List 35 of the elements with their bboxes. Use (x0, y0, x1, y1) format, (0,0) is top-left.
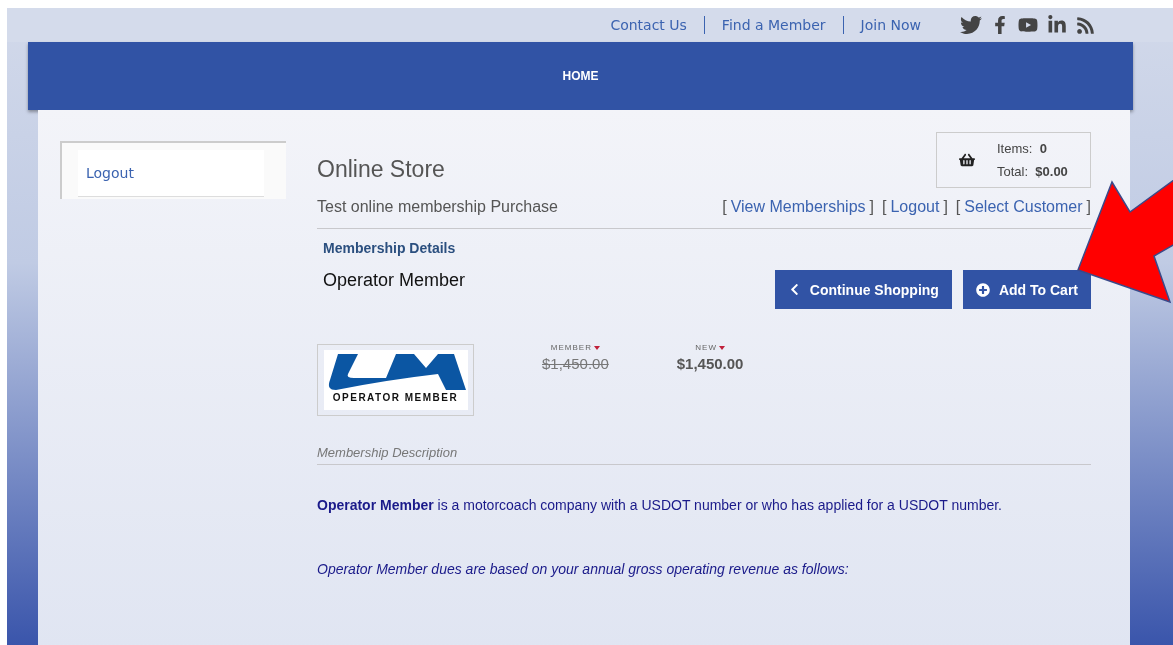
rss-icon[interactable] (1076, 15, 1095, 35)
linkedin-icon[interactable] (1047, 15, 1067, 35)
description-heading: Membership Description (317, 445, 459, 460)
cart-summary[interactable]: Items: 0 Total: $0.00 (936, 132, 1091, 188)
store-subtitle: Test online membership Purchase (317, 198, 558, 216)
logo-caption: OPERATOR MEMBER (332, 392, 459, 403)
top-link[interactable]: Join Now (842, 16, 938, 34)
price-label: MEMBER (550, 343, 600, 352)
price-label: NEW (695, 343, 725, 352)
price: $1,450.00 (676, 355, 744, 372)
description-text: Operator Member is a motorcoach company with a USDOT number or who has applied for a USDOT number. (317, 497, 1003, 513)
nav-link[interactable]: HOME (562, 69, 599, 83)
section-heading: Membership Details (323, 240, 457, 256)
old-price: $1,450.00 (542, 355, 609, 372)
store-link[interactable]: Select Customer (964, 198, 1083, 215)
bracketed-link: [ Logout ] (882, 198, 948, 216)
top-link[interactable]: Contact Us (593, 16, 704, 34)
bracketed-link: [ View Memberships ] (722, 198, 874, 216)
sidebar-item[interactable]: Logout (78, 150, 264, 197)
cart-items: Items: 0 (997, 140, 1048, 158)
page-title: Online Store (317, 156, 445, 183)
caret-icon (593, 345, 600, 350)
add-to-cart-button[interactable]: Add To Cart (962, 270, 1091, 309)
youtube-icon[interactable] (1018, 15, 1038, 35)
caret-icon (718, 345, 725, 350)
continue-shopping-button[interactable]: Continue Shopping (774, 270, 952, 309)
top-link[interactable]: Find a Member (703, 16, 843, 34)
product-name: Operator Member (323, 270, 466, 291)
store-link[interactable]: View Memberships (730, 198, 866, 215)
store-link[interactable]: Logout (890, 198, 940, 215)
basket-icon (959, 152, 975, 168)
description-text: Operator Member dues are based on your annual gross operating revenue as follows: (317, 561, 850, 577)
twitter-icon[interactable] (960, 14, 982, 36)
bracketed-link: [ Select Customer ] (955, 198, 1091, 216)
cart-total: Total: $0.00 (997, 163, 1068, 181)
